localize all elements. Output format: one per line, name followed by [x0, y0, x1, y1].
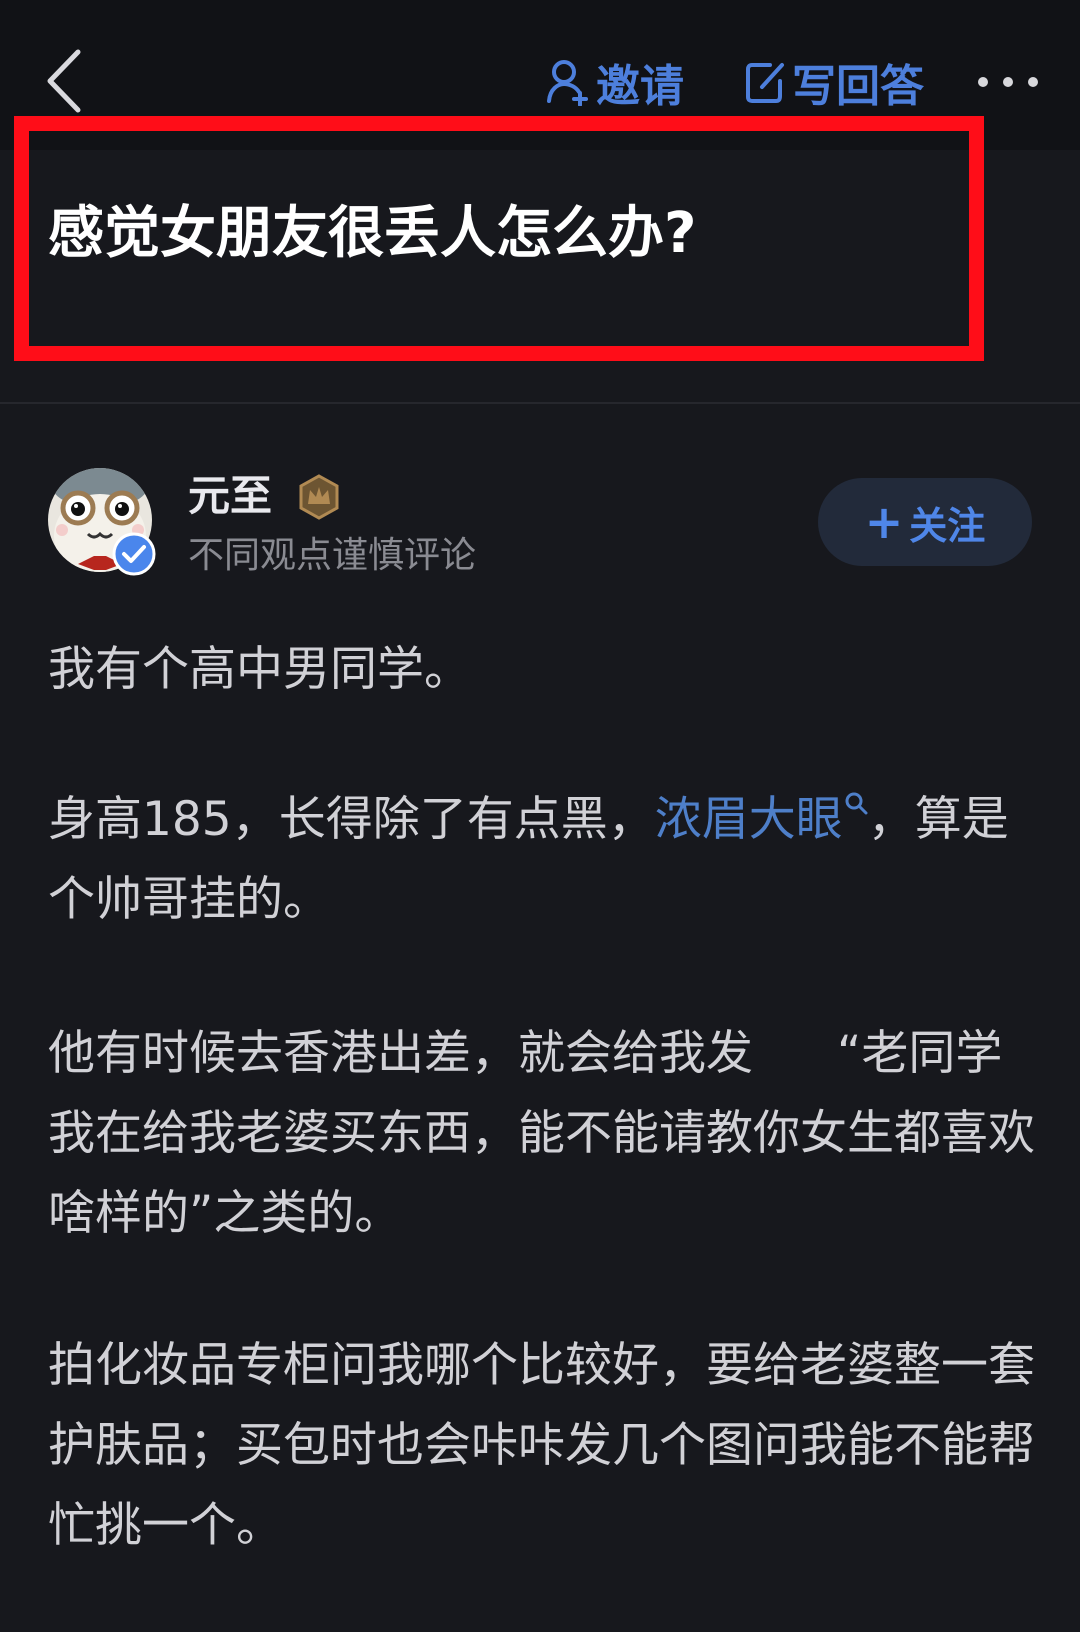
chevron-left-icon: [47, 49, 81, 113]
redacted-mask: [753, 1025, 837, 1088]
top-toolbar: 邀请 写回答: [0, 0, 1080, 150]
more-button[interactable]: [978, 62, 1038, 102]
more-dots-icon: [1003, 77, 1013, 87]
avatar[interactable]: [48, 468, 158, 578]
answer-text: 身高185，长得除了有点黑，: [48, 792, 655, 847]
follow-label: 关注: [909, 503, 986, 548]
crown-badge-icon[interactable]: [296, 474, 342, 520]
write-answer-button[interactable]: 写回答: [744, 52, 924, 112]
more-dots-icon: [1028, 77, 1038, 87]
plus-icon: +: [864, 495, 904, 549]
search-icon[interactable]: [844, 791, 868, 815]
invite-button[interactable]: 邀请: [546, 52, 684, 112]
verified-check-icon: [112, 532, 156, 576]
write-answer-label: 写回答: [792, 61, 924, 112]
answer-paragraph: 他有时候去香港出差，就会给我发 “老同学我在给我老婆买东西，能不能请教你女生都喜欢…: [48, 1014, 1038, 1254]
author-name[interactable]: 元至: [188, 470, 272, 522]
follow-button[interactable]: + 关注: [818, 478, 1032, 566]
more-dots-icon: [978, 77, 988, 87]
question-title[interactable]: 感觉女朋友很丢人怎么办?: [48, 196, 696, 272]
answer-paragraph: 我有个高中男同学。: [48, 642, 471, 697]
answer-paragraph: 身高185，长得除了有点黑，浓眉大眼 ，算是个帅哥挂的。: [48, 780, 1038, 940]
keyword-link[interactable]: 浓眉大眼: [655, 792, 843, 847]
author-subtitle: 不同观点谨慎评论: [188, 535, 477, 576]
back-button[interactable]: [38, 46, 94, 116]
invite-label: 邀请: [596, 61, 684, 112]
answer-paragraph: 拍化妆品专柜问我哪个比较好，要给老婆整一套护肤品；买包时也会咔咔发几个图问我能不…: [48, 1338, 1035, 1553]
divider: [0, 402, 1080, 404]
edit-icon: [746, 63, 784, 103]
person-add-icon: [547, 60, 588, 106]
question-header: [0, 150, 1080, 402]
answer-text: 他有时候去香港出差，就会给我发: [48, 1026, 753, 1081]
